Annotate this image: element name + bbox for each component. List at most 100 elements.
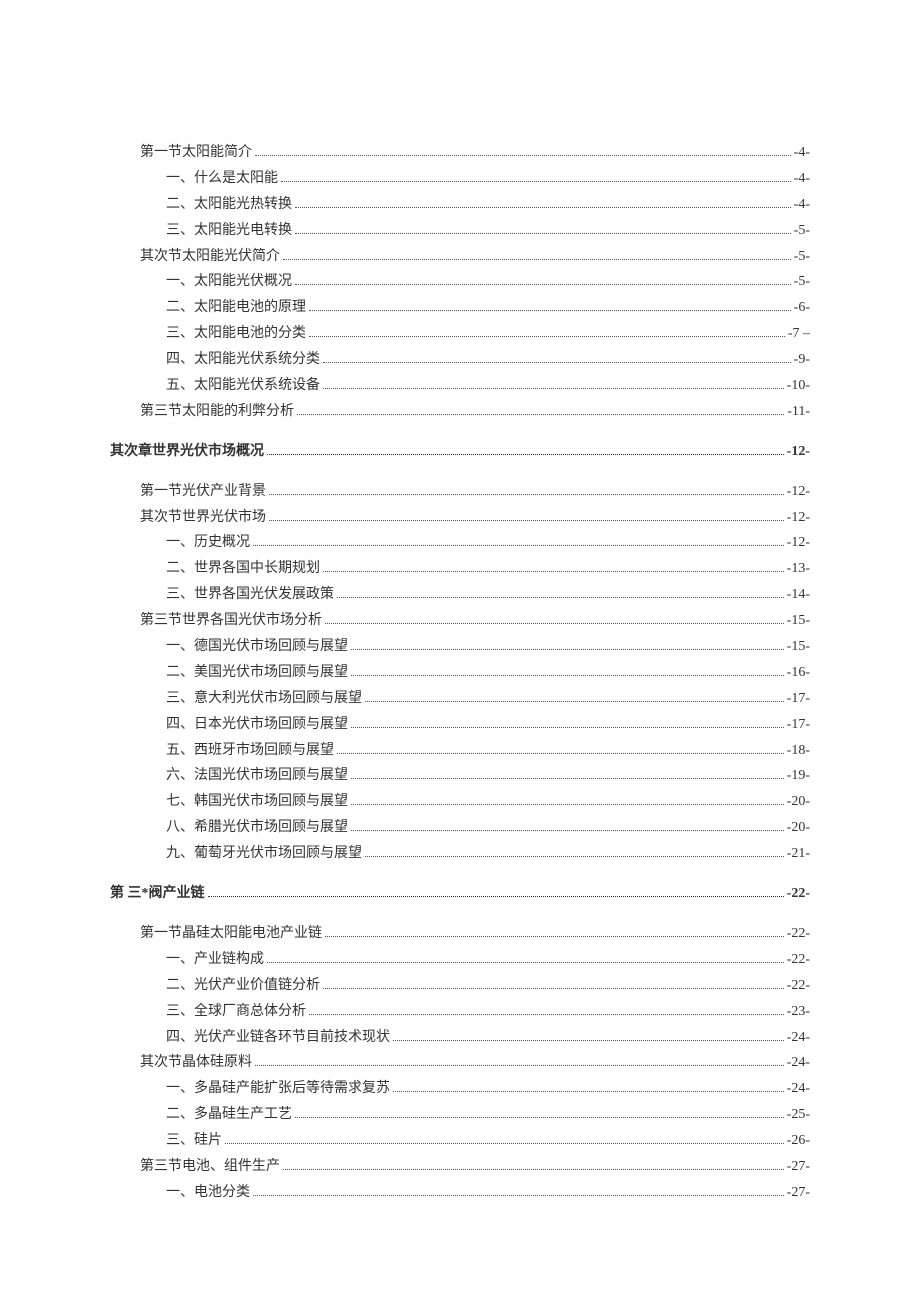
toc-entry-label: 第三节世界各国光伏市场分析	[140, 608, 322, 634]
toc-entry-label: 其次章世界光伏市场概况	[110, 439, 264, 465]
toc-entry-label: 二、光伏产业价值链分析	[166, 973, 320, 999]
toc-entry-label: 第 三*阀产业链	[110, 881, 205, 907]
toc-entry-label: 二、世界各国中长期规划	[166, 556, 320, 582]
toc-entry-page: -22-	[787, 947, 810, 973]
toc-entry-page: -15-	[787, 608, 810, 634]
toc-entry-page: -20-	[787, 789, 810, 815]
toc-leader-dots	[281, 172, 791, 182]
toc-entry-row: 五、太阳能光伏系统设备-10-	[110, 373, 810, 399]
toc-entry-page: -18-	[787, 738, 810, 764]
toc-entry-label: 第三节太阳能的利弊分析	[140, 399, 294, 425]
toc-leader-dots	[351, 796, 784, 806]
toc-entry-label: 第一节太阳能简介	[140, 140, 252, 166]
toc-entry-label: 三、太阳能光电转换	[166, 218, 292, 244]
toc-leader-dots	[269, 511, 784, 521]
toc-entry-row: 第一节太阳能简介 -4-	[110, 140, 810, 166]
toc-entry-row: 第一节晶硅太阳能电池产业链-22-	[110, 921, 810, 947]
toc-entry-label: 六、法国光伏市场回顾与展望	[166, 763, 348, 789]
toc-entry-page: -5-	[794, 218, 810, 244]
toc-entry-label: 三、太阳能电池的分类	[166, 321, 306, 347]
toc-leader-dots	[351, 718, 784, 728]
toc-entry-page: -12-	[787, 439, 810, 465]
toc-leader-dots	[208, 887, 784, 897]
toc-entry-row: 二、太阳能光热转换-4-	[110, 192, 810, 218]
toc-entry-row: 第一节光伏产业背景 -12-	[110, 479, 810, 505]
toc-leader-dots	[337, 588, 784, 598]
toc-entry-page: -11-	[787, 399, 810, 425]
toc-entry-row: 一、历史概况-12-	[110, 530, 810, 556]
toc-entry-page: -4-	[794, 140, 810, 166]
toc-entry-label: 四、太阳能光伏系统分类	[166, 347, 320, 373]
toc-leader-dots	[323, 379, 784, 389]
toc-entry-row: 一、太阳能光伏概况-5-	[110, 269, 810, 295]
toc-entry-page: -12-	[787, 505, 810, 531]
toc-entry-row: 其次节晶体硅原料-24-	[110, 1050, 810, 1076]
toc-leader-dots	[365, 847, 784, 857]
toc-entry-row: 三、太阳能电池的分类 -7 –	[110, 321, 810, 347]
toc-entry-row: 三、世界各国光伏发展政策 -14-	[110, 582, 810, 608]
toc-entry-row: 二、多晶硅生产工艺-25-	[110, 1102, 810, 1128]
toc-leader-dots	[309, 327, 785, 337]
toc-entry-page: -19-	[787, 763, 810, 789]
toc-entry-row: 七、韩国光伏市场回顾与展望 -20-	[110, 789, 810, 815]
toc-leader-dots	[283, 1160, 784, 1170]
toc-entry-row: 四、日本光伏市场回顾与展望-17-	[110, 712, 810, 738]
toc-entry-page: -12-	[787, 479, 810, 505]
toc-entry-page: -16-	[787, 660, 810, 686]
toc-entry-row: 九、葡萄牙光伏市场回顾与展望-21-	[110, 841, 810, 867]
toc-entry-label: 九、葡萄牙光伏市场回顾与展望	[166, 841, 362, 867]
toc-entry-row: 三、全球厂商总体分析 -23-	[110, 999, 810, 1025]
toc-entry-row: 四、光伏产业链各环节目前技术现状 -24-	[110, 1025, 810, 1051]
toc-entry-page: -26-	[787, 1128, 810, 1154]
toc-leader-dots	[309, 302, 791, 312]
toc-leader-dots	[325, 614, 784, 624]
toc-entry-label: 二、美国光伏市场回顾与展望	[166, 660, 348, 686]
toc-entry-row: 第三节世界各国光伏市场分析 -15-	[110, 608, 810, 634]
toc-entry-label: 三、全球厂商总体分析	[166, 999, 306, 1025]
toc-leader-dots	[351, 770, 784, 780]
toc-leader-dots	[283, 250, 791, 260]
toc-entry-label: 一、德国光伏市场回顾与展望	[166, 634, 348, 660]
toc-leader-dots	[295, 224, 791, 234]
toc-leader-dots	[309, 1005, 784, 1015]
toc-entry-label: 三、意大利光伏市场回顾与展望	[166, 686, 362, 712]
toc-entry-row: 六、法国光伏市场回顾与展望 -19-	[110, 763, 810, 789]
toc-leader-dots	[255, 146, 791, 156]
toc-entry-page: -7 –	[788, 321, 810, 347]
toc-entry-label: 一、产业链构成	[166, 947, 264, 973]
toc-entry-row: 一、德国光伏市场回顾与展望-15-	[110, 634, 810, 660]
toc-entry-page: -17-	[787, 712, 810, 738]
toc-entry-page: -5-	[794, 244, 810, 270]
toc-entry-label: 二、太阳能电池的原理	[166, 295, 306, 321]
toc-entry-label: 其次节世界光伏市场	[140, 505, 266, 531]
toc-entry-row: 一、多晶硅产能扩张后等待需求复苏-24-	[110, 1076, 810, 1102]
toc-leader-dots	[393, 1082, 784, 1092]
toc-entry-label: 三、世界各国光伏发展政策	[166, 582, 334, 608]
toc-leader-dots	[267, 445, 784, 455]
toc-entry-row: 三、太阳能光电转换 -5-	[110, 218, 810, 244]
toc-entry-label: 一、什么是太阳能	[166, 166, 278, 192]
toc-entry-label: 二、多晶硅生产工艺	[166, 1102, 292, 1128]
toc-entry-label: 一、电池分类	[166, 1180, 250, 1206]
toc-entry-row: 四、太阳能光伏系统分类-9-	[110, 347, 810, 373]
toc-entry-label: 四、光伏产业链各环节目前技术现状	[166, 1025, 390, 1051]
toc-leader-dots	[365, 692, 784, 702]
toc-entry-label: 五、太阳能光伏系统设备	[166, 373, 320, 399]
toc-entry-label: 第一节晶硅太阳能电池产业链	[140, 921, 322, 947]
toc-leader-dots	[255, 1057, 784, 1067]
toc-entry-page: -27-	[787, 1180, 810, 1206]
toc-entry-page: -27-	[787, 1154, 810, 1180]
toc-entry-label: 第一节光伏产业背景	[140, 479, 266, 505]
toc-leader-dots	[325, 927, 784, 937]
toc-entry-page: -17-	[787, 686, 810, 712]
toc-entry-page: -24-	[787, 1025, 810, 1051]
toc-entry-page: -14-	[787, 582, 810, 608]
toc-entry-row: 第三节电池、组件生产 -27-	[110, 1154, 810, 1180]
toc-leader-dots	[295, 276, 791, 286]
toc-entry-page: -23-	[787, 999, 810, 1025]
toc-entry-label: 第三节电池、组件生产	[140, 1154, 280, 1180]
toc-entry-row: 其次节世界光伏市场 -12-	[110, 505, 810, 531]
toc-entry-label: 七、韩国光伏市场回顾与展望	[166, 789, 348, 815]
toc-entry-label: 三、硅片	[166, 1128, 222, 1154]
toc-entry-page: -6-	[794, 295, 810, 321]
